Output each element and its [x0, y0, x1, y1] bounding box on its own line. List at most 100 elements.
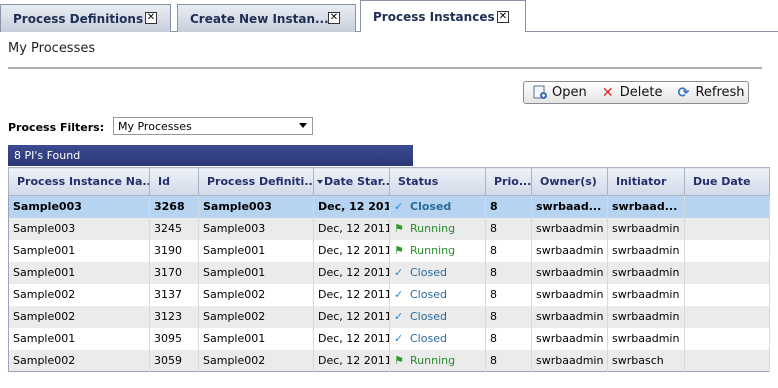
cell-priority: 8 [485, 305, 532, 328]
sort-desc-icon [317, 180, 323, 184]
cell-name: Sample001 [8, 327, 150, 350]
cell-owners: swrbaadmin [531, 327, 608, 350]
close-icon[interactable]: ✕ [497, 11, 509, 23]
status-label: Closed [410, 288, 447, 301]
cell-name: Sample002 [8, 305, 150, 328]
cell-due-date [684, 349, 770, 372]
open-label: Open [552, 85, 587, 100]
cell-name: Sample002 [8, 349, 150, 372]
close-icon[interactable]: ✕ [145, 12, 157, 24]
cell-id: 3245 [149, 217, 199, 240]
cell-id: 3059 [149, 349, 199, 372]
column-header-initiator[interactable]: Initiator [607, 167, 685, 196]
cell-owners: swrbaad... [531, 195, 608, 218]
cell-definition: Sample001 [198, 327, 314, 350]
cell-due-date [684, 261, 770, 284]
cell-status: ✓ Closed [389, 327, 486, 350]
tab-create-new-instance[interactable]: Create New Instan... ✕ [177, 4, 356, 32]
cell-initiator: swrbaadmin [607, 305, 685, 328]
tab-process-definitions[interactable]: Process Definitions ✕ [0, 4, 171, 32]
status-label: Running [410, 222, 456, 235]
cell-due-date [684, 217, 770, 240]
process-filter-value: My Processes [118, 119, 192, 133]
tab-label: Process Instances [373, 9, 495, 24]
flag-icon: ⚑ [394, 244, 404, 257]
column-header-due-date[interactable]: Due Date [684, 167, 770, 196]
cell-id: 3123 [149, 305, 199, 328]
cell-priority: 8 [485, 283, 532, 306]
cell-priority: 8 [485, 327, 532, 350]
cell-status: ⚑ Running [389, 349, 486, 372]
results-count-bar: 8 PI's Found [8, 145, 413, 166]
table-row[interactable]: Sample001 3190 Sample001 Dec, 12 2011 ⚑ Runni… [8, 239, 770, 262]
flag-icon: ⚑ [394, 353, 404, 367]
checkmark-icon: ✓ [394, 200, 404, 214]
flag-icon: ⚑ [394, 222, 404, 235]
table-row[interactable]: Sample002 3059 Sample002 Dec, 12 2011 ⚑ Runni… [8, 349, 770, 372]
process-filter-select[interactable]: My Processes [113, 117, 313, 135]
cell-date-started: Dec, 12 2011 [313, 349, 390, 372]
cell-owners: swrbaadmin [531, 261, 608, 284]
column-header-date-label: Date Star... [324, 175, 390, 188]
cell-initiator: swrbaadmin [607, 217, 685, 240]
close-icon[interactable]: ✕ [328, 12, 340, 24]
checkmark-icon: ✓ [394, 288, 404, 301]
cell-id: 3095 [149, 327, 199, 350]
cell-initiator: swrbasch [607, 349, 685, 372]
process-filters-label: Process Filters: [8, 121, 105, 134]
status-indicator: ⚑ Running [394, 354, 485, 367]
table-header-row: Process Instance Na... Id Process Defini… [8, 167, 770, 196]
column-header-definition[interactable]: Process Definiti... [198, 167, 314, 196]
cell-id: 3170 [149, 261, 199, 284]
status-label: Closed [410, 266, 447, 279]
cell-date-started: Dec, 12 2011 [313, 217, 390, 240]
status-indicator: ✓ Closed [394, 200, 485, 213]
refresh-button[interactable]: ⟳ Refresh [667, 82, 749, 103]
table-row[interactable]: Sample002 3137 Sample002 Dec, 12 2011 ✓ Close… [8, 283, 770, 306]
cell-owners: swrbaadmin [531, 217, 608, 240]
cell-name: Sample003 [8, 195, 150, 218]
cell-date-started: Dec, 12 2011 [313, 283, 390, 306]
cell-initiator: swrbaadmin [607, 327, 685, 350]
checkmark-icon: ✓ [394, 310, 404, 323]
status-label: Running [410, 244, 456, 257]
cell-definition: Sample001 [198, 239, 314, 262]
column-header-date-started[interactable]: Date Star... [313, 167, 390, 196]
open-button[interactable]: Open [524, 82, 592, 103]
column-header-name[interactable]: Process Instance Na... [8, 167, 150, 196]
status-indicator: ✓ Closed [394, 288, 485, 301]
cell-initiator: swrbaadmin [607, 239, 685, 262]
table-row[interactable]: Sample001 3170 Sample001 Dec, 12 2011 ✓ Close… [8, 261, 770, 284]
refresh-label: Refresh [695, 85, 745, 100]
table-row[interactable]: Sample002 3123 Sample002 Dec, 12 2011 ✓ Close… [8, 305, 770, 328]
results-count: 8 PI's Found [14, 149, 81, 162]
cell-owners: swrbaadmin [531, 349, 608, 372]
table-row[interactable]: Sample0033268Sample003Dec, 12 2011✓Close… [8, 195, 770, 218]
status-indicator: ✓ Closed [394, 266, 485, 279]
cell-id: 3268 [149, 195, 199, 218]
cell-due-date [684, 195, 770, 218]
cell-due-date [684, 239, 770, 262]
cell-date-started: Dec, 12 2011 [313, 261, 390, 284]
cell-definition: Sample002 [198, 283, 314, 306]
cell-priority: 8 [485, 239, 532, 262]
cell-status: ⚑ Running [389, 217, 486, 240]
column-header-status[interactable]: Status [389, 167, 486, 196]
delete-button[interactable]: ✕ Delete [592, 82, 668, 103]
table-row[interactable]: Sample003 3245 Sample003 Dec, 12 2011 ⚑ Runni… [8, 217, 770, 240]
cell-id: 3190 [149, 239, 199, 262]
column-header-priority[interactable]: Prio... [485, 167, 532, 196]
cell-date-started: Dec, 12 2011 [313, 239, 390, 262]
table-row[interactable]: Sample001 3095 Sample001 Dec, 12 2011 ✓ Close… [8, 327, 770, 350]
cell-owners: swrbaadmin [531, 239, 608, 262]
status-label: Closed [410, 200, 452, 214]
tab-process-instances[interactable]: Process Instances ✕ [360, 0, 526, 32]
cell-initiator: swrbaadmin [607, 283, 685, 306]
cell-definition: Sample002 [198, 349, 314, 372]
column-header-id[interactable]: Id [149, 167, 199, 196]
column-header-owners[interactable]: Owner(s) [531, 167, 608, 196]
tab-label: Process Definitions [13, 11, 144, 26]
cell-priority: 8 [485, 195, 532, 218]
cell-date-started: Dec, 12 2011 [313, 195, 390, 218]
status-label: Closed [410, 332, 447, 345]
